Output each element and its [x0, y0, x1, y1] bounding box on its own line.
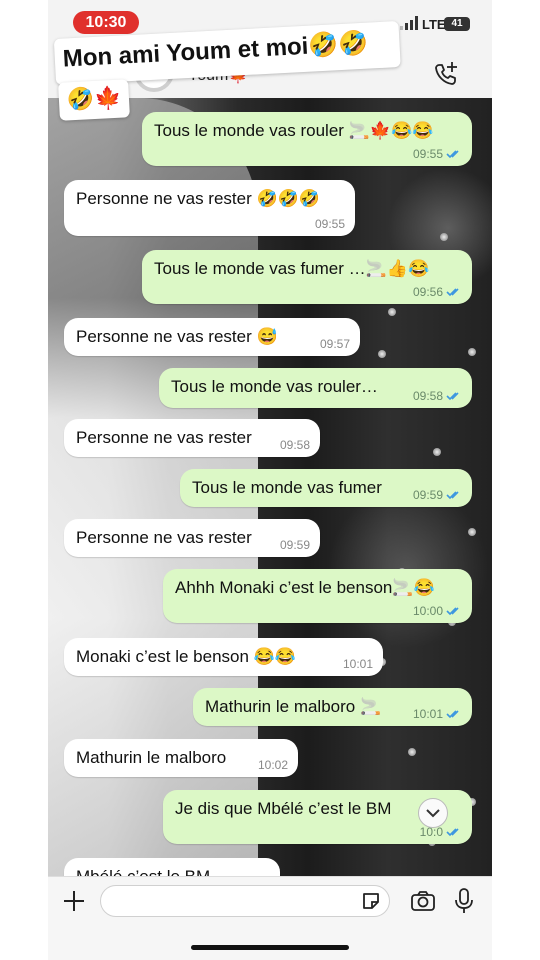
- signal-icon: [400, 16, 418, 30]
- message-meta: 09:58: [280, 438, 310, 452]
- add-call-icon[interactable]: [432, 60, 460, 88]
- caption-line-1: Mon ami Youm et moi🤣🤣: [53, 20, 401, 85]
- message-meta: 10:02: [258, 758, 288, 772]
- phone-screen: 10:30 LTE 41 Youm🍁 Tous le monde vas rou…: [48, 0, 492, 960]
- message-text: Personne ne vas rester 🤣🤣🤣: [76, 189, 320, 208]
- read-ticks-icon: [446, 288, 459, 297]
- message-meta: 09:59: [413, 488, 462, 502]
- network-label: LTE: [422, 17, 446, 32]
- message-time: 09:57: [319, 337, 350, 351]
- read-ticks-icon: [446, 710, 459, 719]
- composer-bar: [48, 876, 492, 960]
- message-text: Ahhh Monaki c’est le benson🚬😂: [175, 578, 435, 597]
- caption-text-1: Mon ami Youm et moi🤣🤣: [62, 29, 369, 73]
- message-text: Mbélé c’est le BM: [76, 867, 268, 876]
- tuft-decoration: [468, 348, 476, 356]
- message-bubble-sent[interactable]: Tous le monde vas fumer …🚬👍😂 09:56: [142, 250, 472, 304]
- message-bubble-sent[interactable]: Mathurin le malboro 🚬 10:01: [193, 688, 472, 726]
- message-bubble-received[interactable]: Personne ne vas rester 😅 09:57: [64, 318, 360, 356]
- plus-icon[interactable]: [62, 889, 86, 913]
- tuft-decoration: [468, 528, 476, 536]
- message-time: 09:55: [314, 217, 345, 231]
- caption-overlay: Mon ami Youm et moi🤣🤣 🤣🍁: [53, 15, 401, 121]
- tuft-decoration: [388, 308, 396, 316]
- message-bubble-received[interactable]: Monaki c’est le benson 😂😂 10:01: [64, 638, 383, 676]
- message-text: Tous le monde vas rouler 🚬🍁😂😂: [154, 121, 434, 140]
- sticker-icon[interactable]: [361, 891, 381, 911]
- message-meta: 10:01: [343, 657, 373, 671]
- message-text: Tous le monde vas fumer …🚬👍😂: [154, 259, 430, 278]
- message-text: Mathurin le malboro: [76, 748, 227, 767]
- camera-icon[interactable]: [410, 889, 436, 913]
- read-ticks-icon: [446, 150, 459, 159]
- message-bubble-received[interactable]: Personne ne vas rester 09:59: [64, 519, 320, 557]
- read-ticks-icon: [446, 607, 459, 616]
- read-ticks-icon: [446, 491, 459, 500]
- message-bubble-sent[interactable]: Tous le monde vas rouler… 09:58: [159, 368, 472, 408]
- message-bubble-received[interactable]: Mbélé c’est le BM: [64, 858, 280, 876]
- message-text: Personne ne vas rester: [76, 528, 252, 547]
- mic-icon[interactable]: [454, 887, 474, 915]
- message-text: Personne ne vas rester 😅: [76, 327, 278, 346]
- home-indicator: [191, 945, 349, 950]
- chevron-down-icon: [426, 809, 440, 818]
- message-bubble-sent[interactable]: Tous le monde vas fumer 09:59: [180, 469, 472, 507]
- scroll-down-button[interactable]: [418, 798, 448, 828]
- caption-line-2: 🤣🍁: [58, 79, 130, 121]
- message-bubble-received[interactable]: Personne ne vas rester 09:58: [64, 419, 320, 457]
- message-time: 10:00: [412, 604, 443, 618]
- message-time: 10:01: [342, 657, 373, 671]
- read-ticks-icon: [446, 392, 459, 401]
- message-meta: 09:55: [413, 147, 462, 161]
- message-time: 09:59: [279, 538, 310, 552]
- message-time: 09:55: [412, 147, 443, 161]
- read-ticks-icon: [446, 828, 459, 837]
- tuft-decoration: [408, 748, 416, 756]
- message-meta: 09:56: [413, 285, 462, 299]
- message-time: 10:01: [412, 707, 443, 721]
- message-time: 09:58: [412, 389, 443, 403]
- message-meta: 09:55: [315, 217, 345, 231]
- caption-text-2: 🤣🍁: [66, 84, 123, 113]
- message-meta: 10:00: [413, 604, 462, 618]
- message-meta: 09:58: [413, 389, 462, 403]
- message-bubble-sent[interactable]: Tous le monde vas rouler 🚬🍁😂😂 09:55: [142, 112, 472, 166]
- message-bubble-sent[interactable]: Ahhh Monaki c’est le benson🚬😂 10:00: [163, 569, 472, 623]
- message-time: 09:59: [412, 488, 443, 502]
- message-text: Monaki c’est le benson 😂😂: [76, 647, 296, 666]
- message-meta: 10:0: [420, 825, 462, 839]
- message-text: Personne ne vas rester: [76, 428, 252, 447]
- message-meta: 09:59: [280, 538, 310, 552]
- tuft-decoration: [378, 350, 386, 358]
- message-time: 10:02: [257, 758, 288, 772]
- chat-area[interactable]: Tous le monde vas rouler 🚬🍁😂😂 09:55 Person…: [48, 98, 492, 876]
- battery-icon: 41: [444, 17, 470, 31]
- message-bubble-received[interactable]: Mathurin le malboro 10:02: [64, 739, 298, 777]
- message-time: 09:56: [412, 285, 443, 299]
- tuft-decoration: [440, 233, 448, 241]
- message-text: Je dis que Mbélé c’est le BM: [175, 799, 392, 818]
- message-time: 09:58: [279, 438, 310, 452]
- message-bubble-received[interactable]: Personne ne vas rester 🤣🤣🤣 09:55: [64, 180, 355, 236]
- message-meta: 10:01: [413, 707, 462, 721]
- message-input[interactable]: [100, 885, 390, 917]
- message-meta: 09:57: [320, 337, 350, 351]
- tuft-decoration: [433, 448, 441, 456]
